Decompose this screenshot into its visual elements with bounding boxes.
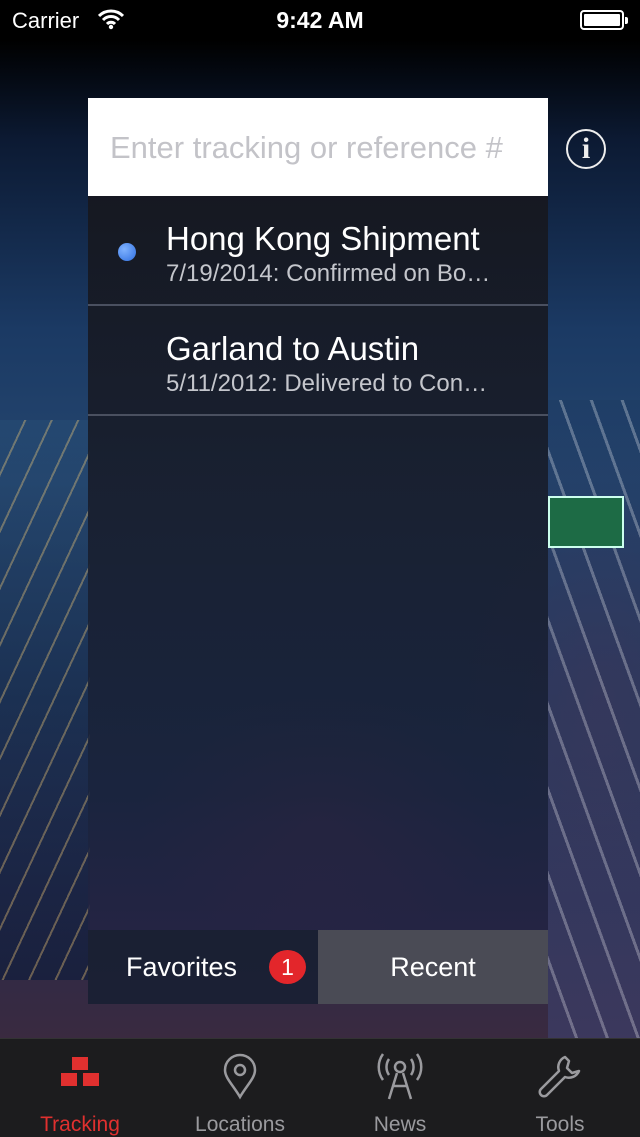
shipment-status: 7/19/2014: Confirmed on Bo… xyxy=(166,260,491,287)
favorites-label: Favorites xyxy=(126,952,238,982)
shipment-title: Garland to Austin xyxy=(166,330,420,367)
tab-locations[interactable]: Locations xyxy=(160,1039,320,1137)
battery-icon xyxy=(580,10,628,30)
tab-tools[interactable]: Tools xyxy=(480,1039,640,1137)
boxes-icon xyxy=(61,1057,99,1092)
status-bar: Carrier 9:42 AM xyxy=(0,0,640,40)
broadcast-tower-icon xyxy=(377,1053,423,1100)
tab-bar: Tracking Locations News Tools xyxy=(0,1038,640,1137)
info-button[interactable]: i xyxy=(566,129,606,169)
search-box xyxy=(88,98,548,198)
list-segmented-control: Favorites 1 Recent xyxy=(88,930,548,1004)
shipment-list-panel: Hong Kong Shipment 7/19/2014: Confirmed … xyxy=(88,196,548,1004)
tab-label: Tools xyxy=(535,1113,585,1136)
list-item[interactable]: Garland to Austin 5/11/2012: Delivered t… xyxy=(88,306,548,416)
tab-tracking[interactable]: Tracking xyxy=(0,1039,160,1137)
recent-segment[interactable]: Recent xyxy=(318,930,548,1004)
favorites-segment[interactable]: Favorites 1 xyxy=(88,930,318,1004)
shipment-title: Hong Kong Shipment xyxy=(166,220,480,257)
list-item[interactable]: Hong Kong Shipment 7/19/2014: Confirmed … xyxy=(88,196,548,306)
tab-label: News xyxy=(373,1113,427,1136)
background-road-sign xyxy=(548,496,624,548)
info-icon: i xyxy=(581,132,591,165)
status-time: 9:42 AM xyxy=(276,7,364,33)
map-pin-icon xyxy=(223,1053,257,1100)
tab-news[interactable]: News xyxy=(320,1039,480,1137)
tab-label: Locations xyxy=(195,1113,285,1136)
unread-dot-icon xyxy=(118,243,136,261)
tab-label: Tracking xyxy=(40,1113,120,1136)
background-highway-left xyxy=(0,420,90,980)
wrench-icon xyxy=(538,1055,581,1098)
favorites-count-badge: 1 xyxy=(269,950,306,984)
tracking-search-input[interactable] xyxy=(108,98,532,198)
shipment-status: 5/11/2012: Delivered to Con… xyxy=(166,370,488,397)
